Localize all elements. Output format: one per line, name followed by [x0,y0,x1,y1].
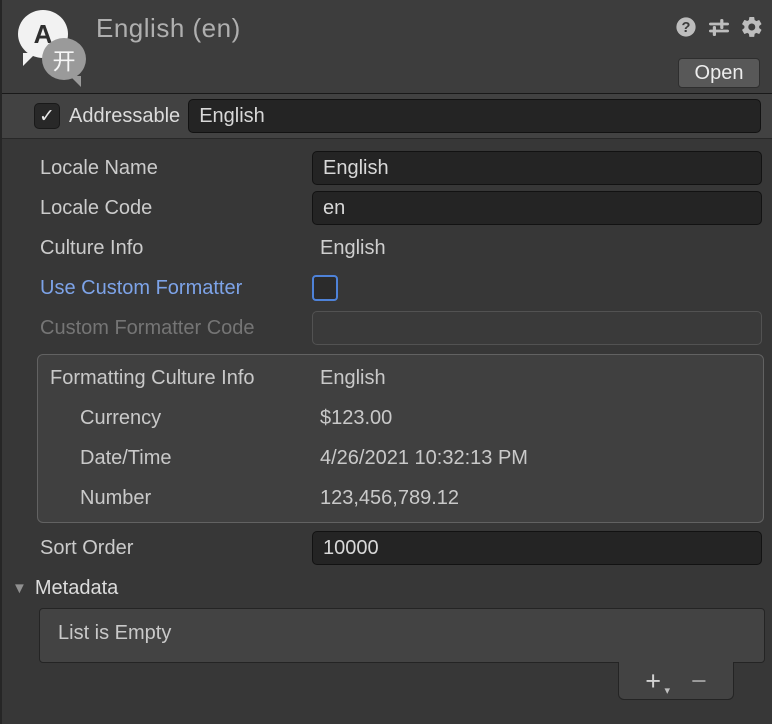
remove-metadata-button[interactable]: − [691,671,707,691]
formatting-culture-info-row: Formatting Culture Info English [38,358,763,398]
culture-info-value: English [312,237,386,260]
addressable-address-input[interactable] [188,99,761,133]
metadata-label: Metadata [35,577,118,600]
inspector-panel: A 开 English (en) ? [0,0,772,724]
minus-icon: − [691,671,707,691]
locale-code-label: Locale Code [40,197,312,220]
locale-name-row: Locale Name [2,148,762,188]
add-dropdown-caret-icon: ▾ [664,684,670,697]
plus-icon: + [645,671,661,691]
speech-bubble-cjk-icon: 开 [42,38,86,80]
addressable-label: Addressable [69,105,180,128]
open-button[interactable]: Open [678,58,760,88]
currency-row: Currency $123.00 [38,398,763,438]
inspector-body: Locale Name Locale Code Culture Info Eng… [2,139,772,700]
metadata-foldout[interactable]: ▼ Metadata [2,568,762,608]
add-metadata-button[interactable]: + ▾ [645,671,661,691]
custom-formatter-code-input [312,311,762,345]
locale-name-label: Locale Name [40,157,312,180]
use-custom-formatter-checkbox[interactable] [312,275,338,301]
formatting-culture-info-label: Formatting Culture Info [50,367,320,390]
metadata-list: List is Empty [39,608,765,663]
sort-order-row: Sort Order [2,528,762,568]
addressable-bar: ✓ Addressable [2,94,772,139]
formatting-preview-box: Formatting Culture Info English Currency… [37,354,764,523]
currency-label: Currency [50,407,320,430]
header-icon-group: ? [674,15,764,39]
list-empty-text: List is Empty [58,622,171,644]
currency-value: $123.00 [320,407,392,430]
number-row: Number 123,456,789.12 [38,478,763,518]
custom-formatter-code-row: Custom Formatter Code [2,308,762,348]
locale-code-input[interactable] [312,191,762,225]
gear-icon[interactable] [740,15,764,39]
help-icon[interactable]: ? [674,15,698,39]
locale-name-input[interactable] [312,151,762,185]
sort-order-input[interactable] [312,531,762,565]
avatar-cjk: 开 [53,42,76,76]
open-button-label: Open [695,62,744,85]
number-label: Number [50,487,320,510]
use-custom-formatter-label: Use Custom Formatter [40,277,312,300]
addressable-checkbox[interactable]: ✓ [34,103,60,129]
page-title: English (en) [96,13,241,44]
formatting-culture-info-value: English [320,367,386,390]
locale-code-row: Locale Code [2,188,762,228]
culture-info-label: Culture Info [40,237,312,260]
number-value: 123,456,789.12 [320,487,459,510]
custom-formatter-code-label: Custom Formatter Code [40,317,312,340]
use-custom-formatter-row: Use Custom Formatter [2,268,762,308]
datetime-row: Date/Time 4/26/2021 10:32:13 PM [38,438,763,478]
culture-info-row: Culture Info English [2,228,762,268]
checkmark-icon: ✓ [39,105,55,128]
sort-order-label: Sort Order [40,537,312,560]
locale-asset-icon: A 开 [16,6,88,84]
metadata-list-footer: + ▾ − [618,662,734,700]
datetime-label: Date/Time [50,447,320,470]
presets-icon[interactable] [707,15,731,39]
svg-text:?: ? [682,20,691,36]
datetime-value: 4/26/2021 10:32:13 PM [320,447,528,470]
inspector-header: A 开 English (en) ? [2,0,772,94]
foldout-triangle-icon: ▼ [12,580,27,597]
